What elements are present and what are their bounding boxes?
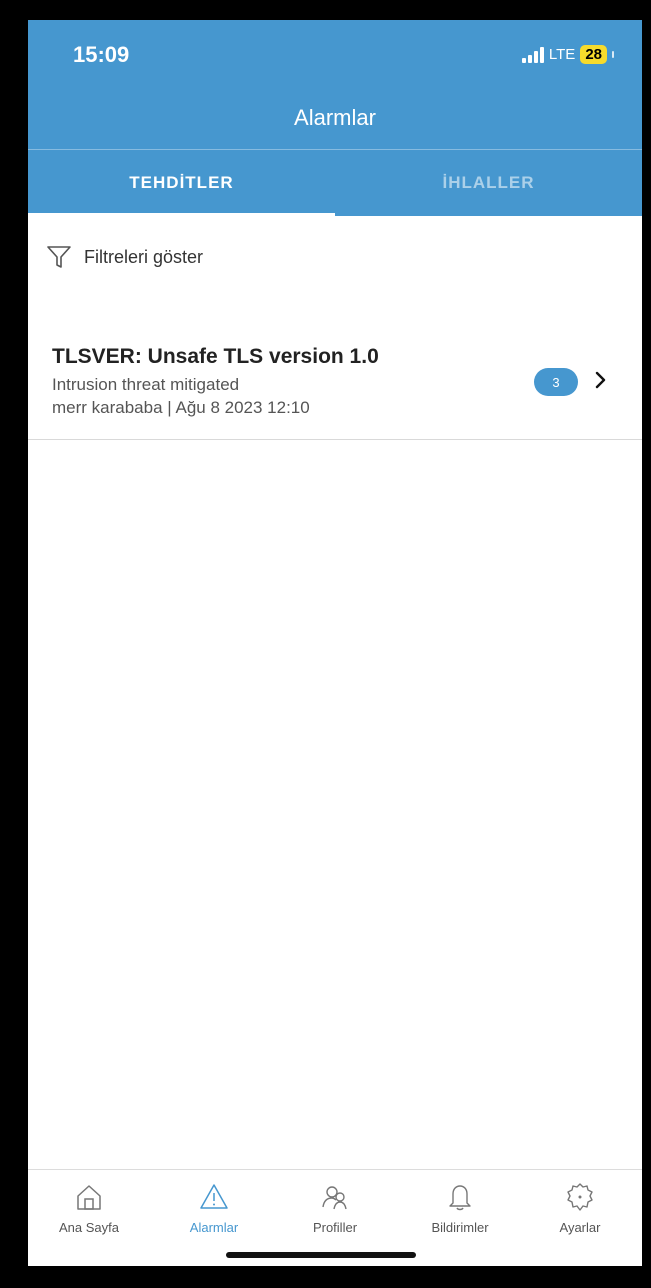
network-type: LTE — [548, 46, 576, 63]
alarm-list-item[interactable]: TLSVER: Unsafe TLS version 1.0 Intrusion… — [28, 330, 642, 440]
row-divider — [28, 439, 642, 440]
filter-icon — [47, 246, 71, 268]
nav-profiles-label: Profiller — [312, 1220, 358, 1235]
status-indicators: LTE 28 — [521, 45, 614, 64]
battery-level: 28 — [580, 45, 607, 64]
nav-home[interactable]: Ana Sayfa — [34, 1182, 144, 1235]
tab-violations[interactable]: İHLALLER — [335, 150, 642, 216]
tab-threats[interactable]: TEHDİTLER — [28, 150, 335, 216]
show-filters-button[interactable]: Filtreleri göster — [46, 244, 203, 270]
app-screen: 15:09 LTE 28 Alarmlar TEHDİTLER İHLALLER… — [28, 20, 642, 1266]
nav-notifications-label: Bildirimler — [431, 1220, 489, 1235]
nav-alarms[interactable]: Alarmlar — [159, 1182, 269, 1235]
nav-alarms-label: Alarmlar — [189, 1220, 239, 1235]
home-icon — [77, 1185, 101, 1210]
alarm-title: TLSVER: Unsafe TLS version 1.0 — [52, 345, 379, 368]
nav-notifications[interactable]: Bildirimler — [405, 1182, 515, 1235]
signal-icon — [521, 46, 544, 63]
warning-icon — [200, 1184, 228, 1209]
alarm-count-badge: 3 — [534, 368, 578, 396]
show-filters-label: Filtreleri göster — [84, 246, 204, 267]
nav-home-label: Ana Sayfa — [59, 1220, 119, 1235]
status-time: 15:09 — [73, 42, 130, 67]
alarm-status: Intrusion threat mitigated — [52, 375, 240, 394]
page-title: Alarmlar — [294, 105, 376, 130]
nav-settings-label: Ayarlar — [559, 1220, 601, 1235]
alarm-meta: merr karababa | Ağu 8 2023 12:10 — [52, 398, 310, 417]
tab-bar: TEHDİTLER İHLALLER — [28, 150, 642, 216]
nav-profiles[interactable]: Profiller — [280, 1182, 390, 1235]
nav-settings[interactable]: Ayarlar — [525, 1182, 635, 1235]
chevron-right-icon — [595, 371, 606, 389]
profiles-icon — [322, 1186, 347, 1210]
gear-icon — [567, 1183, 593, 1211]
home-indicator — [226, 1252, 416, 1258]
bell-icon — [449, 1185, 471, 1211]
battery-icon — [612, 51, 614, 58]
app-header: 15:09 LTE 28 Alarmlar TEHDİTLER İHLALLER — [28, 20, 642, 216]
